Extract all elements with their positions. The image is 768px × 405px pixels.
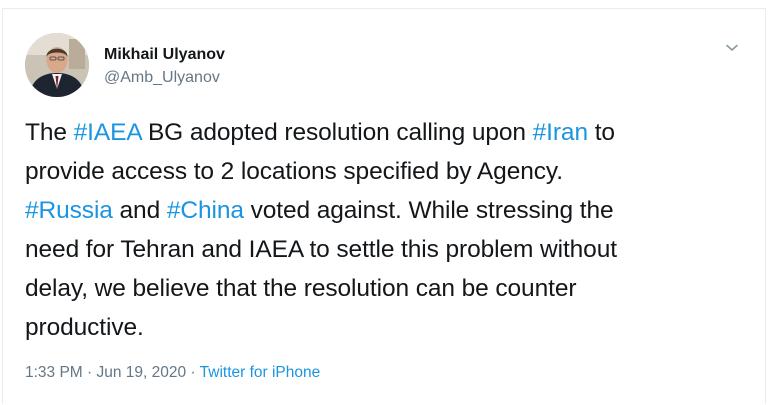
tweet-line: The #IAEA BG adopted resolution calling …	[25, 113, 761, 152]
tweet-line: delay, we believe that the resolution ca…	[25, 275, 577, 302]
tweet-line: provide access to 2 locations specified …	[25, 158, 563, 185]
timestamp-link[interactable]: 1:33 PM · Jun 19, 2020	[25, 364, 186, 381]
text-segment: voted against. While stressing the	[243, 197, 614, 224]
text-segment: and	[112, 197, 167, 224]
tweet-line: productive.	[25, 314, 144, 341]
chevron-down-icon[interactable]	[721, 37, 743, 59]
hashtag-link[interactable]: #IAEA	[74, 119, 142, 146]
source-link[interactable]: Twitter for iPhone	[200, 364, 321, 381]
author-name[interactable]: Mikhail Ulyanov	[104, 46, 225, 64]
hashtag-link[interactable]: #Russia	[25, 197, 113, 224]
tweet-card: Mikhail Ulyanov @Amb_Ulyanov The #IAEA B…	[2, 8, 766, 404]
hashtag-link[interactable]: #Iran	[533, 119, 588, 146]
text-segment: BG adopted resolution calling upon	[141, 119, 533, 146]
tweet-text: The #IAEA BG adopted resolution calling …	[25, 113, 761, 347]
text-segment: to	[587, 119, 615, 146]
meta-separator: ·	[186, 364, 200, 381]
author-handle[interactable]: @Amb_Ulyanov	[104, 69, 220, 87]
tweet-meta: 1:33 PM · Jun 19, 2020 · Twitter for iPh…	[25, 364, 320, 382]
avatar-photo	[25, 33, 89, 97]
tweet-line: need for Tehran and IAEA to settle this …	[25, 236, 617, 263]
page: Mikhail Ulyanov @Amb_Ulyanov The #IAEA B…	[0, 0, 768, 405]
avatar[interactable]	[25, 33, 89, 97]
text-segment: The	[25, 119, 74, 146]
hashtag-link[interactable]: #China	[167, 197, 244, 224]
tweet-line: #Russia and #China voted against. While …	[25, 191, 761, 230]
